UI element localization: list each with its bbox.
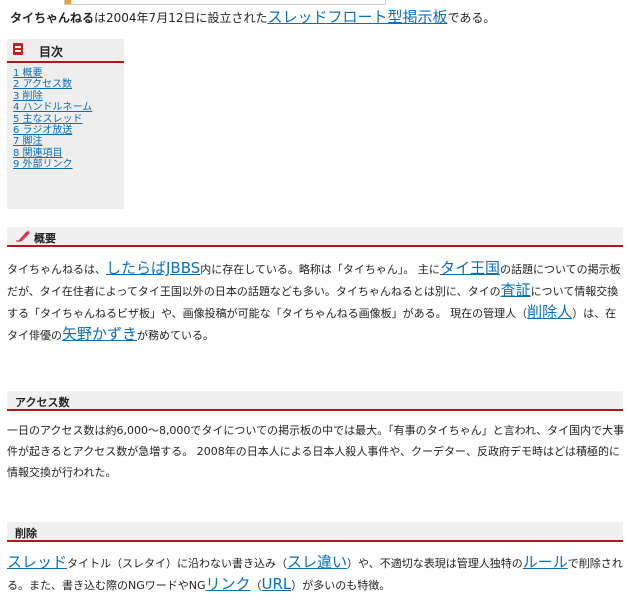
overview-text-1: タイちゃんねるは、	[7, 263, 106, 276]
url-link[interactable]: URL	[262, 575, 292, 593]
toc-item-radio[interactable]: 6 ラジオ放送	[13, 125, 72, 136]
toc-item-main-threads[interactable]: 5 主なスレッド	[13, 114, 83, 125]
toc-header: 目次	[7, 39, 124, 63]
thread-link[interactable]: スレッド	[7, 553, 67, 571]
deleter-link[interactable]: 削除人	[527, 303, 572, 321]
table-of-contents: 目次 1 概要 2 アクセス数 3 削除 4 ハンドルネーム 5 主なスレッド …	[7, 39, 124, 209]
yano-kazuki-link[interactable]: 矢野かずき	[62, 325, 137, 343]
pencil-icon	[16, 230, 30, 242]
section-title-overview: 概要	[34, 232, 56, 245]
visa-link[interactable]: 査証	[501, 281, 531, 299]
deletion-text-4: （	[250, 579, 262, 592]
link-link[interactable]: リンク	[206, 575, 251, 593]
toc-item-overview[interactable]: 1 概要	[13, 68, 43, 79]
deletion-text-2: ）や、不適切な表現は管理人独特の	[347, 557, 523, 570]
intro-paragraph: タイちゃんねるは2004年7月12日に設立されたスレッドフロート型掲示板である。	[10, 9, 495, 26]
off-topic-link[interactable]: スレ違い	[287, 553, 347, 571]
intro-text-1: は2004年7月12日に設立された	[94, 11, 268, 25]
section-heading-overview: 概要	[7, 227, 623, 247]
thread-float-board-link[interactable]: スレッドフロート型掲示板	[267, 8, 447, 26]
toc-item-deletion[interactable]: 3 削除	[13, 91, 43, 102]
deletion-paragraph: スレッドタイトル（スレタイ）に沿わない書き込み（スレ違い）や、不適切な表現は管理…	[7, 552, 625, 596]
top-info-box	[64, 0, 386, 5]
article-name: タイちゃんねる	[10, 11, 95, 25]
info-box-accent	[65, 0, 71, 4]
deletion-text-5: ）が多いのも特徴。	[291, 579, 391, 592]
toc-title: 目次	[39, 45, 64, 59]
section-heading-deletion: 削除	[7, 522, 623, 542]
toc-item-footnotes[interactable]: 7 脚注	[13, 136, 43, 147]
thailand-link[interactable]: タイ王国	[440, 259, 500, 277]
overview-text-6: が務めている。	[137, 329, 215, 342]
rule-link[interactable]: ルール	[523, 553, 568, 571]
toc-list: 1 概要 2 アクセス数 3 削除 4 ハンドルネーム 5 主なスレッド 6 ラ…	[7, 63, 124, 171]
book-icon	[13, 43, 23, 55]
section-title-deletion: 削除	[15, 527, 37, 540]
intro-text-2: である。	[447, 11, 496, 25]
access-paragraph: 一日のアクセス数は約6,000〜8,000でタイについての掲示板の中では最大。「…	[7, 424, 625, 479]
toc-item-handle-name[interactable]: 4 ハンドルネーム	[13, 102, 92, 113]
overview-paragraph: タイちゃんねるは、したらばJBBS内に存在している。略称は「タイちゃん」。 主に…	[7, 258, 625, 346]
toc-item-access[interactable]: 2 アクセス数	[13, 79, 72, 90]
toc-item-external-links[interactable]: 9 外部リンク	[13, 159, 73, 170]
shitaraba-jbbs-link[interactable]: したらばJBBS	[106, 259, 200, 277]
section-heading-access: アクセス数	[7, 391, 623, 411]
toc-item-related[interactable]: 8 関連項目	[13, 148, 63, 159]
section-title-access: アクセス数	[15, 396, 70, 409]
overview-text-2: 内に存在している。略称は「タイちゃん」。 主に	[200, 263, 440, 276]
deletion-text-1: タイトル（スレタイ）に沿わない書き込み（	[67, 557, 288, 570]
